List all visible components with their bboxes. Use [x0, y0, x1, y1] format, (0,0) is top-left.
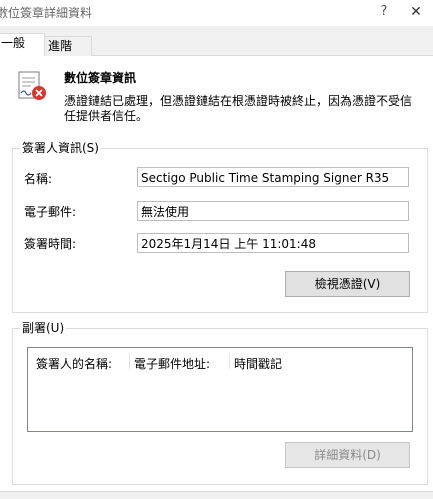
column-divider[interactable]	[229, 353, 230, 369]
signing-time-field[interactable]: 2025年1月14日 上午 11:01:48	[137, 233, 409, 253]
countersign-list[interactable]: 簽署人的名稱: 電子郵件地址: 時間戳記	[27, 347, 413, 432]
signing-time-label: 簽署時間:	[24, 237, 77, 251]
column-header-signer-name[interactable]: 簽署人的名稱:	[36, 355, 112, 372]
countersign-legend: 副署(U)	[20, 321, 67, 335]
close-button[interactable]: ✕	[406, 2, 426, 22]
tab-advanced[interactable]: 進階	[44, 36, 92, 56]
email-label: 電子郵件:	[24, 205, 77, 219]
name-field[interactable]: Sectigo Public Time Stamping Signer R35	[137, 167, 409, 187]
tab-general-label: 一般	[1, 36, 26, 50]
column-header-timestamp[interactable]: 時間戳記	[234, 355, 282, 372]
title-bar: 數位簽章詳細資料 ? ✕	[0, 0, 433, 26]
email-field[interactable]: 無法使用	[137, 201, 409, 221]
window-title: 數位簽章詳細資料	[0, 6, 93, 20]
tab-advanced-label: 進階	[48, 39, 73, 53]
details-button[interactable]: 詳細資料(D)	[285, 442, 410, 468]
help-button[interactable]: ?	[374, 2, 394, 22]
info-message-line-2: 任提供者信任。	[64, 109, 149, 123]
info-title: 數位簽章資訊	[64, 71, 137, 85]
signer-info-legend: 簽署人資訊(S)	[20, 141, 101, 155]
view-certificate-button[interactable]: 檢視憑證(V)	[285, 271, 410, 297]
column-divider[interactable]	[129, 353, 130, 369]
certificate-error-icon	[18, 71, 46, 100]
column-header-email[interactable]: 電子郵件地址:	[134, 355, 210, 372]
name-label: 名稱:	[24, 172, 53, 186]
tab-general[interactable]: 一般	[0, 33, 45, 56]
